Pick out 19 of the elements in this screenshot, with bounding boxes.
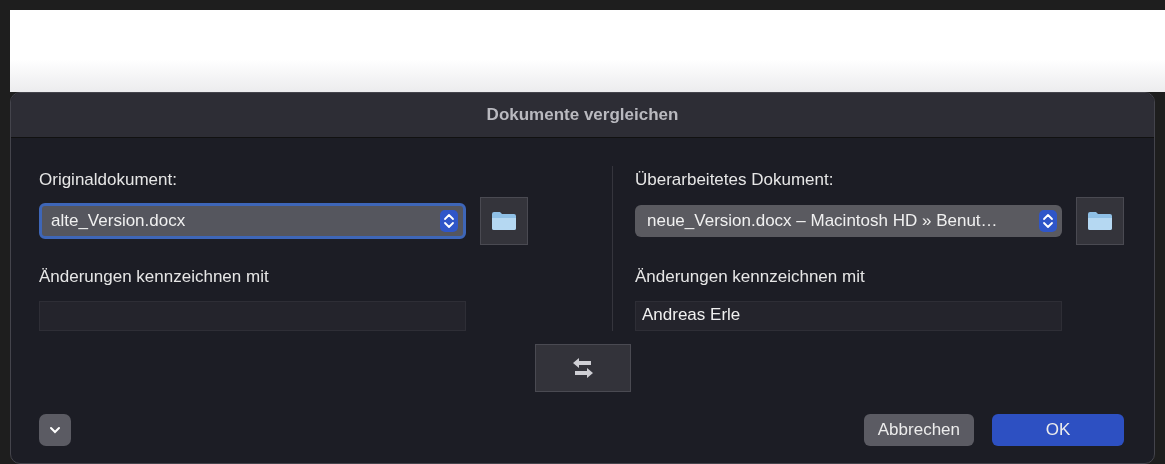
- stepper-icon: [440, 210, 458, 232]
- folder-button[interactable]: [480, 197, 528, 245]
- cancel-button[interactable]: Abbrechen: [863, 414, 974, 446]
- expand-button[interactable]: [39, 414, 71, 446]
- ok-button[interactable]: OK: [992, 414, 1124, 446]
- stepper-icon: [1039, 210, 1057, 232]
- folder-icon: [1087, 211, 1113, 231]
- author-field[interactable]: Andreas Erle: [635, 301, 1062, 331]
- folder-button[interactable]: [1076, 197, 1124, 245]
- chevron-down-icon: [49, 426, 61, 434]
- field-label: Überarbeitetes Dokument:: [635, 170, 835, 190]
- document-popup[interactable]: neue_Version.docx – Macintosh HD » Benut…: [635, 205, 1062, 237]
- folder-icon: [491, 211, 517, 231]
- field-label: Änderungen kennzeichnen mit: [39, 267, 270, 287]
- field-label: Änderungen kennzeichnen mit: [635, 267, 866, 287]
- swap-button[interactable]: [534, 344, 631, 392]
- document-popup[interactable]: alte_Version.docx: [39, 203, 466, 239]
- field-label: Originaldokument:: [39, 170, 178, 190]
- dialog-title: Dokumente vergleichen: [486, 105, 679, 125]
